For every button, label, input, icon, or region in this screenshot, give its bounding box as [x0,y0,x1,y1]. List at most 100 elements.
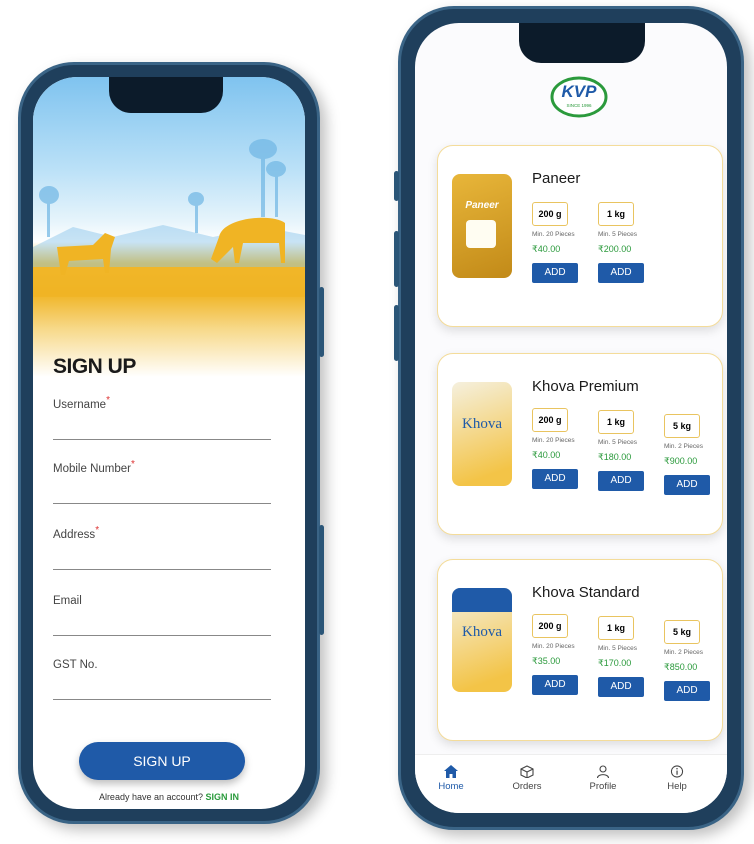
username-field[interactable]: Username* [53,395,271,440]
variant-min: Min. 5 Pieces [598,645,638,652]
add-button[interactable]: ADD [598,471,644,491]
variant-min: Min. 5 Pieces [598,439,638,446]
product-card-khova-premium: Khova Khova Premium 200 g Min. 20 Pieces… [437,353,723,535]
volume-up-button [394,231,399,287]
signin-prompt: Already have an account? SIGN IN [33,792,305,802]
mobile-number-underline [53,503,271,504]
variant: 200 g Min. 20 Pieces ₹40.00 ADD [532,408,592,489]
paneer-pack-label: Paneer [465,200,499,211]
product-card-khova-standard: Khova Khova Standard 200 g Min. 20 Piece… [437,559,723,741]
notch [109,77,223,113]
phone-right: KVP SINCE 1996 Paneer Paneer 200 g Min. … [394,6,744,830]
khova-pack-label: Khova [462,624,502,640]
mute-switch [394,171,399,201]
signup-screen: SIGN UP Username* Mobile Number* Address… [33,77,305,809]
tab-home[interactable]: Home [421,765,481,792]
volume-down-button [394,305,399,361]
variant-size[interactable]: 1 kg [598,202,634,226]
add-button[interactable]: ADD [664,475,710,495]
variant-size[interactable]: 5 kg [664,620,700,644]
add-button[interactable]: ADD [532,675,578,695]
username-label: Username [53,399,107,411]
required-marker: * [130,459,135,470]
tab-orders[interactable]: Orders [497,765,557,792]
variant-size[interactable]: 200 g [532,408,568,432]
paneer-pack-image: Paneer [452,174,512,278]
product-name: Khova Standard [532,584,640,601]
variant: 1 kg Min. 5 Pieces ₹200.00 ADD [598,202,658,283]
tab-label: Orders [512,781,542,792]
khova-premium-pack-image: Khova [452,382,512,486]
variant-price: ₹170.00 [598,658,632,668]
variant-price: ₹40.00 [532,244,561,254]
products-screen: KVP SINCE 1996 Paneer Paneer 200 g Min. … [415,23,727,813]
variant-price: ₹40.00 [532,450,561,460]
side-button [319,525,324,635]
variant-size[interactable]: 1 kg [598,616,634,640]
variant: 5 kg Min. 2 Pieces ₹850.00 ADD [664,620,724,701]
email-field[interactable]: Email [53,591,271,636]
variant-price: ₹200.00 [598,244,632,254]
address-label: Address [53,529,96,541]
add-button[interactable]: ADD [532,263,578,283]
tab-label: Help [667,781,687,792]
variant-size[interactable]: 200 g [532,614,568,638]
address-field[interactable]: Address* [53,525,271,570]
logo-since: SINCE 1996 [566,103,592,108]
variant-min: Min. 2 Pieces [664,649,704,656]
variant-price: ₹850.00 [664,662,698,672]
variant-size[interactable]: 200 g [532,202,568,226]
add-button[interactable]: ADD [598,677,644,697]
signup-button[interactable]: SIGN UP [79,742,245,780]
variant: 1 kg Min. 5 Pieces ₹170.00 ADD [598,616,658,697]
signup-title: SIGN UP [53,355,136,378]
variant: 5 kg Min. 2 Pieces ₹900.00 ADD [664,414,724,495]
tab-profile[interactable]: Profile [573,765,633,792]
mobile-number-field[interactable]: Mobile Number* [53,459,271,504]
notch [519,23,645,63]
user-icon [596,765,610,778]
email-underline [53,635,271,636]
variant-min: Min. 2 Pieces [664,443,704,450]
required-marker: * [95,525,100,536]
variant-price: ₹180.00 [598,452,632,462]
variant: 200 g Min. 20 Pieces ₹40.00 ADD [532,202,592,283]
variant-size[interactable]: 5 kg [664,414,700,438]
variant: 1 kg Min. 5 Pieces ₹180.00 ADD [598,410,658,491]
gst-number-underline [53,699,271,700]
info-icon [670,765,684,778]
gst-number-label: GST No. [53,659,98,671]
bottom-tab-bar: Home Orders Profile Help [415,754,727,813]
product-card-paneer: Paneer Paneer 200 g Min. 20 Pieces ₹40.0… [437,145,723,327]
signin-link[interactable]: SIGN IN [206,792,240,802]
add-button[interactable]: ADD [664,681,710,701]
required-marker: * [106,395,110,406]
product-name: Paneer [532,170,581,187]
variant-size[interactable]: 1 kg [598,410,634,434]
farm-illustration [33,77,305,377]
khova-standard-pack-image: Khova [452,588,512,692]
box-icon [520,765,534,778]
tab-help[interactable]: Help [647,765,707,792]
variant-price: ₹900.00 [664,456,698,466]
variant-min: Min. 20 Pieces [532,643,575,650]
account-prompt-text: Already have an account? [98,792,204,802]
variant-min: Min. 20 Pieces [532,437,575,444]
tab-label: Profile [589,781,617,792]
variant-min: Min. 5 Pieces [598,231,638,238]
variant-min: Min. 20 Pieces [532,231,575,238]
email-label: Email [53,595,82,607]
variant: 200 g Min. 20 Pieces ₹35.00 ADD [532,614,592,695]
add-button[interactable]: ADD [598,263,644,283]
phone-left: SIGN UP Username* Mobile Number* Address… [18,62,324,824]
username-underline [53,439,271,440]
address-underline [53,569,271,570]
khova-pack-label: Khova [462,416,502,432]
tab-label: Home [438,781,464,792]
add-button[interactable]: ADD [532,469,578,489]
power-button [319,287,324,357]
logo-text: KVP [561,82,597,101]
home-icon [444,765,458,778]
gst-number-field[interactable]: GST No. [53,655,271,700]
mobile-number-label: Mobile Number [53,463,131,475]
